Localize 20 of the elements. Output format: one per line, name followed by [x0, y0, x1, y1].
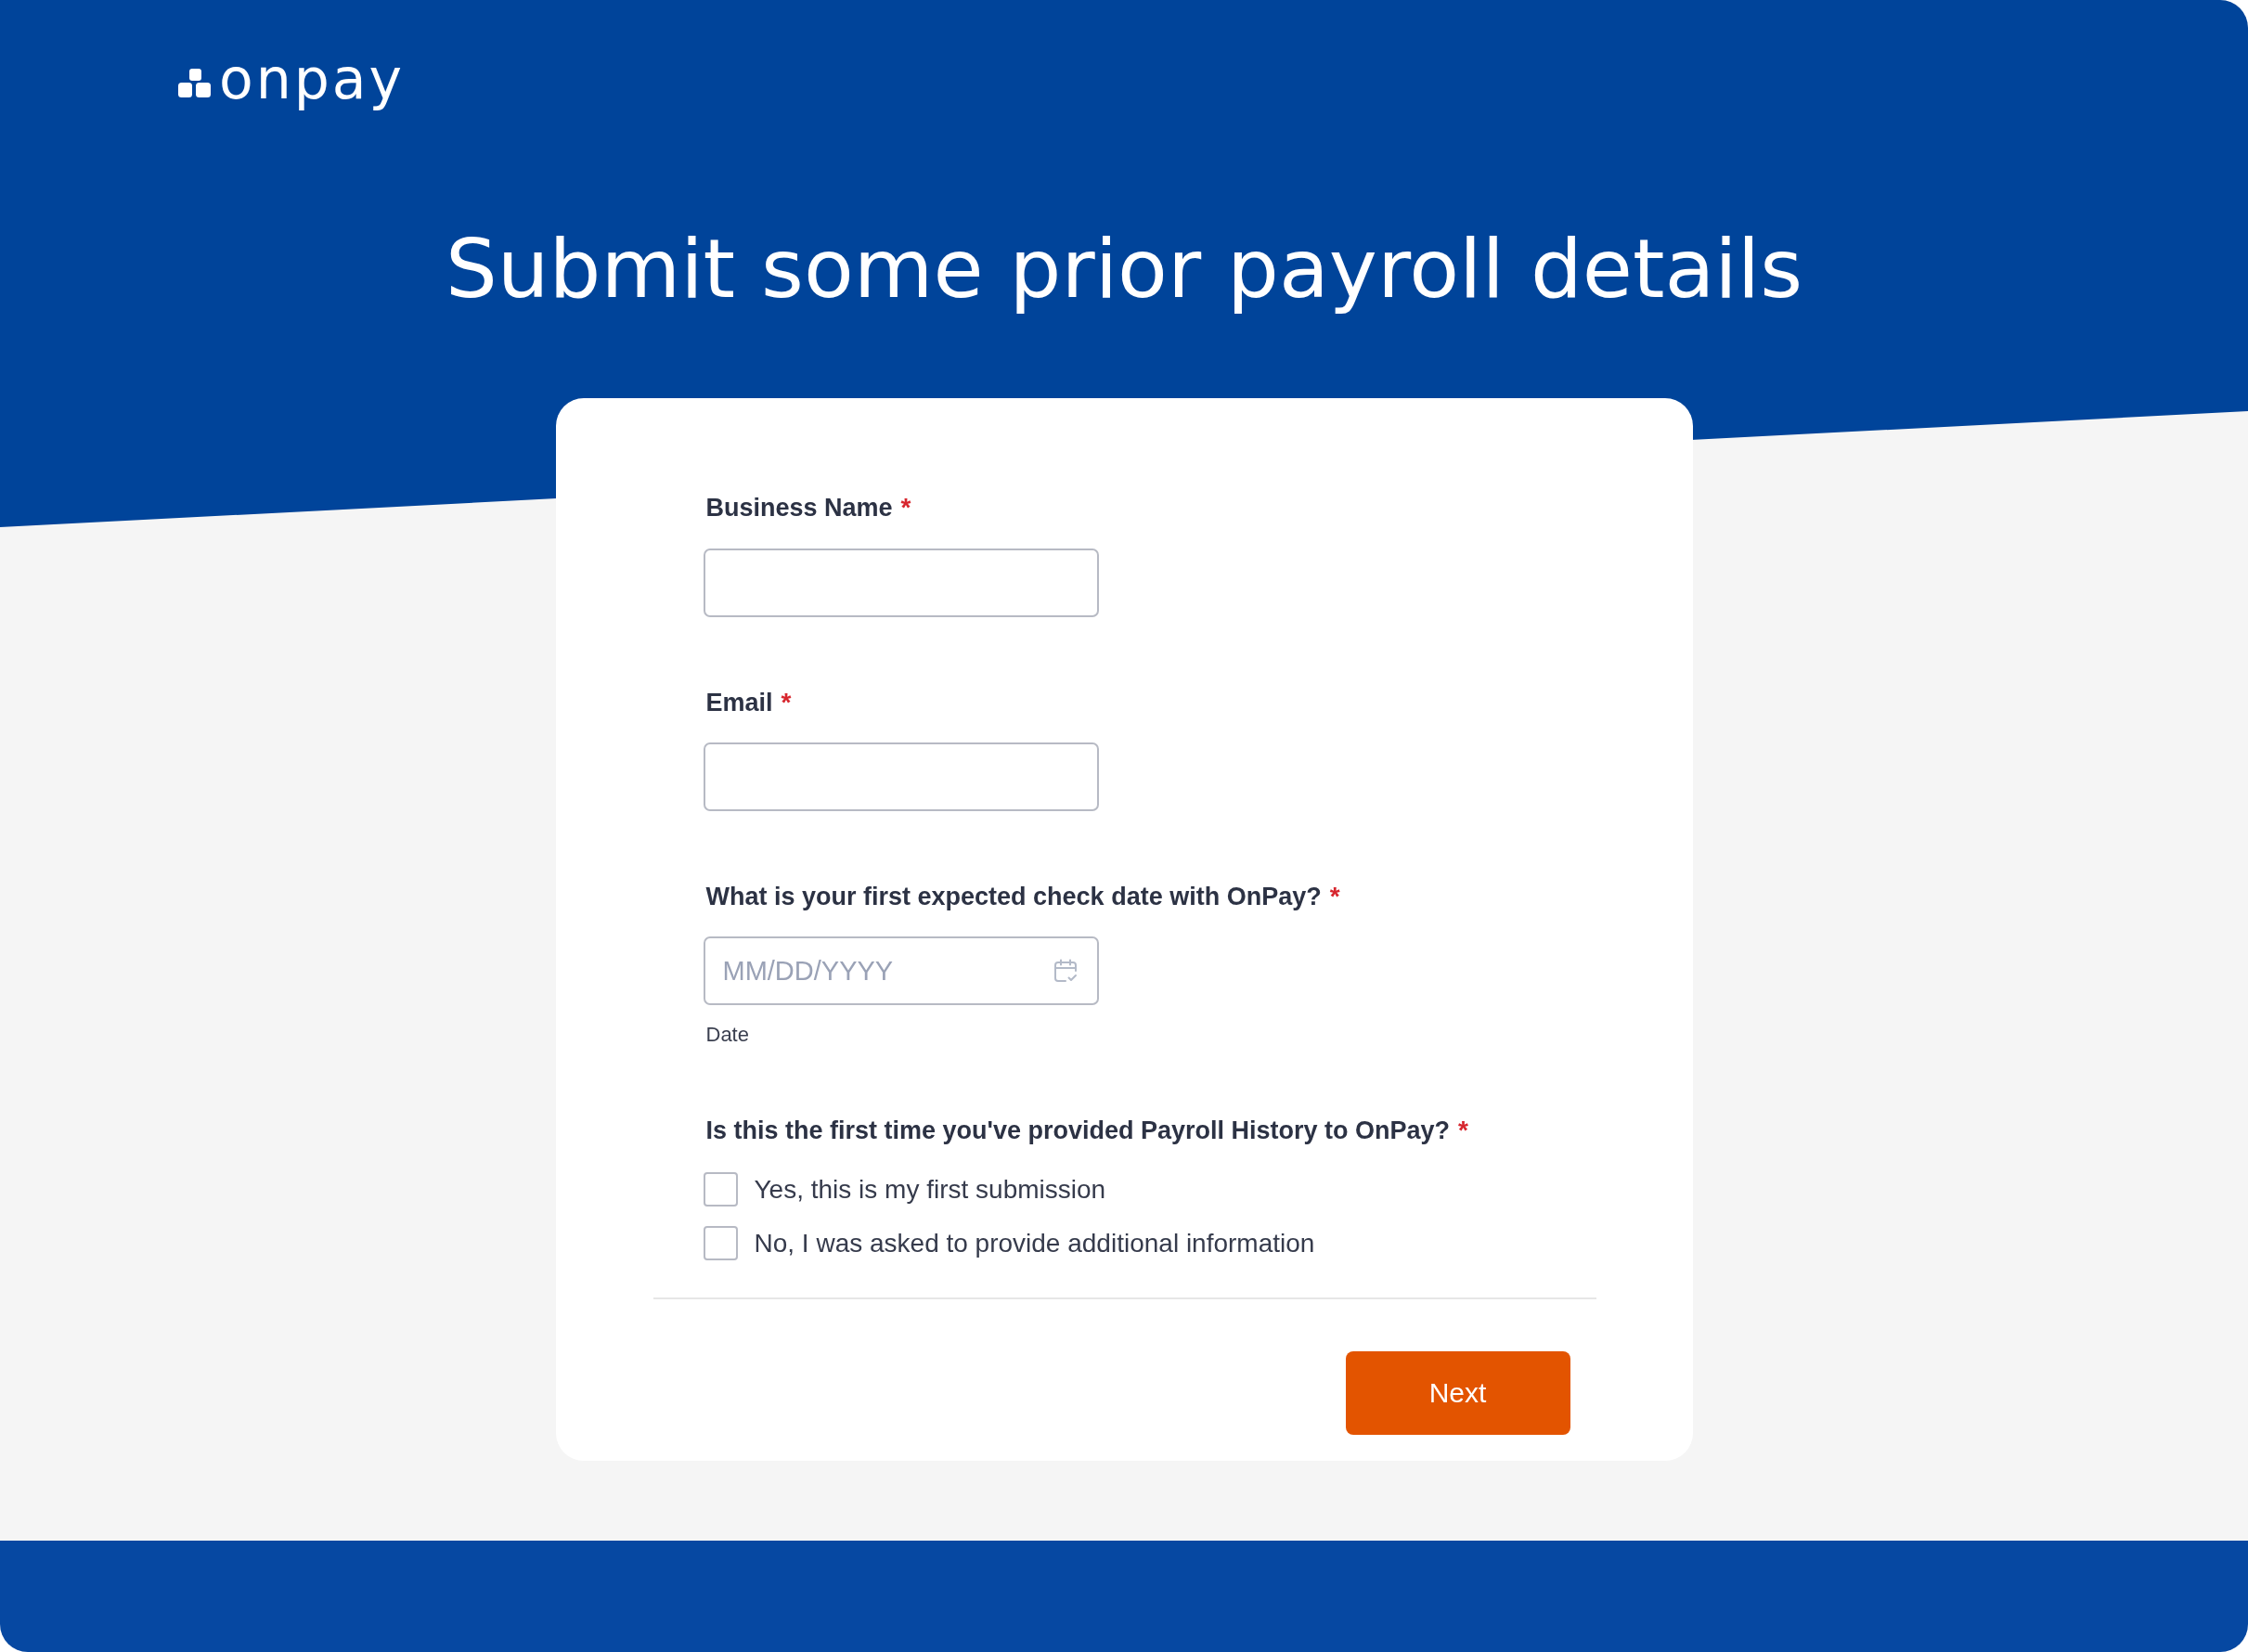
date-input-field[interactable]: MM/DD/YYYY [703, 936, 1099, 1006]
required-asterisk: * [781, 686, 792, 718]
next-button[interactable]: Next [1345, 1350, 1570, 1435]
field-label: Email [705, 687, 773, 718]
page-title: Submit some prior payroll details [445, 222, 1803, 316]
checkbox-label: Yes, this is my first submission [754, 1173, 1106, 1206]
calendar-icon [1053, 959, 1078, 984]
field-label: What is your first expected check date with OnPay? [705, 881, 1322, 912]
field-label: Business Name [705, 493, 893, 524]
input-field[interactable] [703, 742, 1099, 811]
required-asterisk: * [900, 492, 911, 524]
required-asterisk: * [1458, 1115, 1468, 1147]
field-label: Is this the first time you've provided Payroll History to OnPay? [705, 1116, 1451, 1147]
input-field[interactable] [703, 548, 1099, 617]
squares-icon [178, 68, 211, 97]
required-asterisk: * [1329, 880, 1340, 912]
field-helper-text: Date [705, 1025, 749, 1046]
checkbox-label: No, I was asked to provide additional information [754, 1227, 1315, 1259]
checkbox[interactable] [703, 1172, 738, 1207]
checkbox[interactable] [703, 1226, 738, 1261]
